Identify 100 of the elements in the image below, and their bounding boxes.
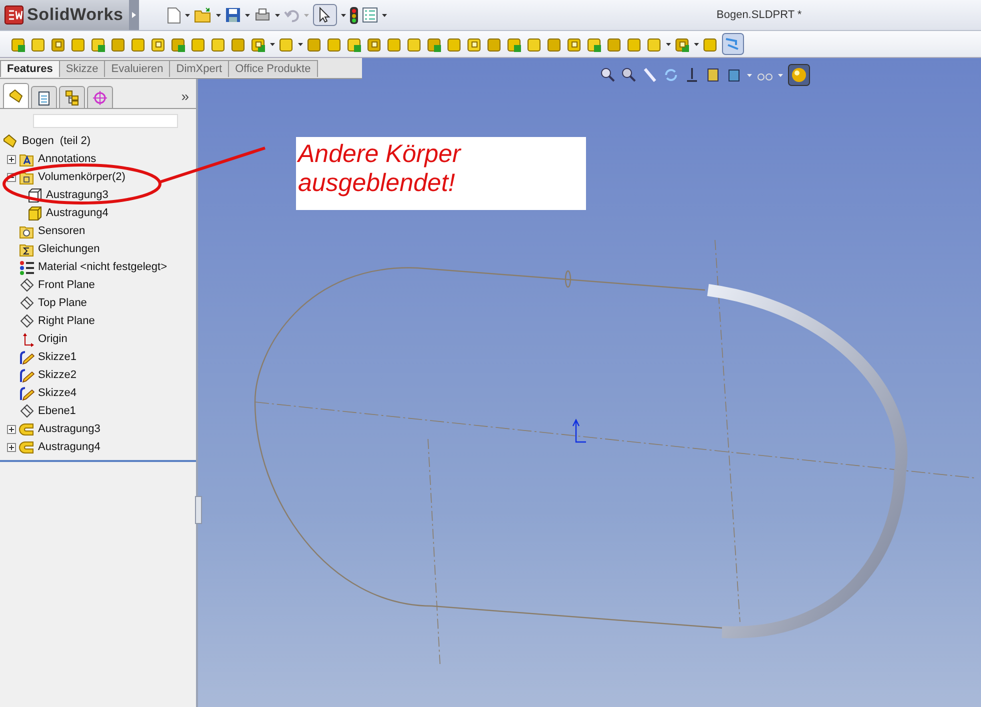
property-sheet-icon [36,90,52,106]
panel-tab[interactable] [59,86,85,108]
feature-tool-icon[interactable] [406,36,423,52]
app-logo[interactable]: SolidWorks [0,0,130,30]
menu-flyout-button[interactable] [129,0,140,30]
feature-tool-icon[interactable] [486,36,503,52]
feature-tool-icon[interactable] [10,36,27,52]
tree-item[interactable]: Front Plane [38,279,95,291]
feature-tool-icon[interactable] [566,36,583,52]
feature-tool-icon[interactable] [506,36,523,52]
feature-tool-icon[interactable] [346,36,363,52]
tree-item[interactable]: Austragung3 [38,423,100,435]
command-tab[interactable]: Features [0,60,60,77]
caret-icon[interactable] [245,14,250,16]
tree-item[interactable]: Skizze4 [38,387,77,399]
feature-tool-icon[interactable] [702,36,719,52]
caret-icon[interactable] [341,14,346,16]
expand-toggle[interactable] [7,442,16,452]
feature-tool-icon[interactable] [306,36,323,52]
tree-item[interactable]: Austragung4 [38,441,100,453]
tree-item[interactable]: Skizze1 [38,351,77,363]
document-title: Bogen.SLDPRT * [716,9,802,21]
tree-item[interactable]: Annotations [38,153,96,165]
origin-icon [572,418,587,443]
feature-tool-icon[interactable] [386,36,403,52]
feature-tool-icon[interactable] [606,36,623,52]
new-document-icon[interactable] [167,6,182,24]
zoom-fit-icon[interactable] [600,67,616,83]
feature-manager-icon [8,88,24,104]
tree-item[interactable]: Austragung4 [46,207,108,219]
feature-tool-icon[interactable] [90,36,107,52]
feature-tool-icon[interactable] [130,36,147,52]
printer-icon[interactable] [254,7,272,23]
feature-tool-icon[interactable] [646,36,663,52]
command-tab[interactable]: Office Produkte [228,60,318,77]
feature-tool-icon[interactable] [626,36,643,52]
feature-tool-icon[interactable] [326,36,343,52]
tree-item[interactable]: Ebene1 [38,405,76,417]
tree-item[interactable]: Right Plane [38,315,95,327]
callout-note: Andere Körper ausgeblendet! [296,137,586,210]
tree-item[interactable]: Sensoren [38,225,86,237]
feature-tool-icon[interactable] [190,36,207,52]
filter-field[interactable] [33,114,178,128]
feature-tool-icon[interactable] [446,36,463,52]
caret-icon[interactable] [216,14,222,16]
feature-tool-icon[interactable] [586,36,603,52]
tree-item[interactable]: Skizze2 [38,369,77,381]
caret-icon[interactable] [270,42,275,46]
feature-tool-icon[interactable] [674,36,691,52]
tree-item[interactable]: Top Plane [38,297,87,309]
logo-badge-icon [4,5,24,25]
caret-icon[interactable] [666,42,671,46]
feature-tool-icon[interactable] [466,36,483,52]
tree-item[interactable]: Volumenkörper(2) [38,171,126,183]
command-tab[interactable]: Skizze [58,60,106,77]
tree-item[interactable]: Austragung3 [46,189,108,201]
sensor-folder-icon [19,224,35,238]
caret-icon[interactable] [275,14,280,16]
plus-icon [8,156,15,162]
command-tab[interactable]: Evaluieren [104,60,170,77]
tree-item[interactable]: Gleichungen [38,243,100,255]
zoom-area-icon[interactable] [620,67,636,83]
traffic-light-icon[interactable] [350,6,358,24]
more-tabs-button[interactable]: » [181,88,193,108]
plus-icon [8,444,15,450]
expand-toggle[interactable] [7,154,16,164]
feature-tool-icon[interactable] [50,36,67,52]
feature-tool-icon[interactable] [230,36,247,52]
command-tab[interactable]: DimXpert [169,60,230,77]
sketch-icon [19,386,35,400]
tree-item[interactable]: Origin [38,333,68,345]
feature-tool-icon[interactable] [110,36,127,52]
feature-tool-icon[interactable] [526,36,543,52]
feature-tool-icon[interactable] [546,36,563,52]
select-pointer-icon[interactable] [313,4,338,26]
panel-tab[interactable] [3,83,29,108]
feature-tool-icon[interactable] [250,36,267,52]
tree-item[interactable]: Material <nicht festgelegt> [38,261,168,273]
tree-root[interactable]: Bogen (teil 2) [22,135,90,147]
feature-tool-icon[interactable] [366,36,383,52]
feature-tool-icon[interactable] [210,36,227,52]
caret-icon[interactable] [185,14,190,16]
panel-tab[interactable] [31,86,57,108]
feature-tool-icon[interactable] [426,36,443,52]
body-solid-icon [27,206,43,220]
expand-toggle[interactable] [7,424,16,434]
caret-icon[interactable] [382,14,388,16]
feature-tool-icon[interactable] [70,36,87,52]
checklist-icon[interactable] [362,7,378,23]
extrude-icon [19,440,35,454]
feature-tool-icon[interactable] [278,36,295,52]
plus-icon [8,426,15,432]
caret-icon[interactable] [694,42,699,46]
material-icon [19,260,35,274]
feature-tool-icon[interactable] [30,36,47,52]
save-icon[interactable] [225,7,242,23]
feature-tool-icon[interactable] [150,36,167,52]
feature-tool-icon[interactable] [170,36,187,52]
panel-splitter-handle[interactable] [195,496,202,524]
caret-icon[interactable] [298,42,303,46]
